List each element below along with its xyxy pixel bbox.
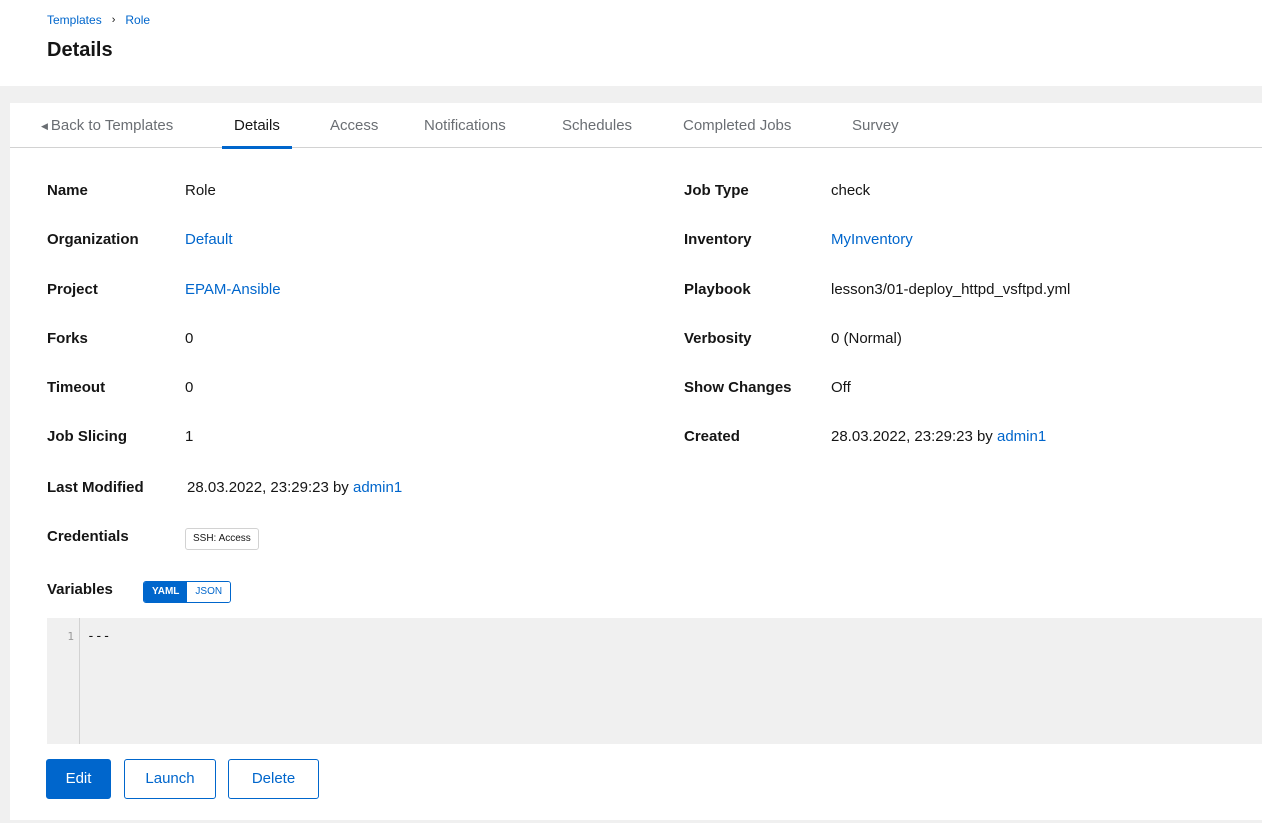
tab-back-label: Back to Templates <box>50 116 174 134</box>
verbosity-value: 0 (Normal) <box>831 330 902 347</box>
last-modified-label: Last Modified <box>47 479 144 496</box>
project-link[interactable]: EPAM-Ansible <box>185 281 281 298</box>
playbook-label: Playbook <box>684 281 751 298</box>
launch-button[interactable]: Launch <box>124 759 216 799</box>
tab-access[interactable]: Access <box>330 103 378 148</box>
verbosity-label: Verbosity <box>684 330 752 347</box>
tab-completed-jobs[interactable]: Completed Jobs <box>683 103 791 148</box>
created-by: by <box>976 428 993 445</box>
line-number: 1 <box>67 630 74 643</box>
code-line[interactable]: --- <box>87 629 110 644</box>
organization-link[interactable]: Default <box>185 231 233 248</box>
tab-back-to-templates[interactable]: ◀ Back to Templates <box>41 103 173 148</box>
forks-label: Forks <box>47 330 88 347</box>
variables-code-editor[interactable]: 1 --- <box>47 618 1262 744</box>
playbook-value: lesson3/01-deploy_httpd_vsftpd.yml <box>831 281 1071 298</box>
tab-details[interactable]: Details <box>222 103 292 149</box>
name-value: Role <box>185 182 216 199</box>
project-label: Project <box>47 281 98 298</box>
yaml-toggle-button[interactable]: YAML <box>144 582 188 602</box>
breadcrumb: Templates › Role <box>47 12 1262 28</box>
breadcrumb-templates-link[interactable]: Templates <box>47 13 102 27</box>
last-modified-value: 28.03.2022, 23:29:23 by admin1 <box>187 479 402 496</box>
inventory-value-wrap: MyInventory <box>831 231 913 248</box>
organization-value-wrap: Default <box>185 231 233 248</box>
tab-bar: ◀ Back to Templates Details Access Notif… <box>10 103 1262 149</box>
name-label: Name <box>47 182 88 199</box>
credentials-label: Credentials <box>47 528 129 545</box>
tab-schedules[interactable]: Schedules <box>562 103 632 148</box>
forks-value: 0 <box>185 330 194 347</box>
breadcrumb-role-link[interactable]: Role <box>125 13 150 27</box>
last-modified-date: 28.03.2022, 23:29:23 <box>187 479 329 496</box>
tab-survey[interactable]: Survey <box>852 103 899 148</box>
timeout-value: 0 <box>185 379 194 396</box>
inventory-label: Inventory <box>684 231 752 248</box>
page-title: Details <box>47 39 113 61</box>
breadcrumb-separator-icon: › <box>111 14 116 26</box>
tab-notifications[interactable]: Notifications <box>424 103 506 148</box>
job-slicing-value: 1 <box>185 428 194 445</box>
inventory-link[interactable]: MyInventory <box>831 231 913 248</box>
created-user-link[interactable]: admin1 <box>997 428 1046 445</box>
created-label: Created <box>684 428 740 445</box>
show-changes-value: Off <box>831 379 851 396</box>
job-type-label: Job Type <box>684 182 749 199</box>
page-header: Templates › Role Details <box>0 0 1262 86</box>
variables-label: Variables <box>47 581 113 598</box>
project-value-wrap: EPAM-Ansible <box>185 281 281 298</box>
job-slicing-label: Job Slicing <box>47 428 128 445</box>
variables-format-toggle: YAML JSON <box>143 581 232 603</box>
created-date: 28.03.2022, 23:29:23 <box>831 428 973 445</box>
json-toggle-button[interactable]: JSON <box>187 582 231 602</box>
credential-chip[interactable]: SSH: Access <box>185 528 259 550</box>
details-card: ◀ Back to Templates Details Access Notif… <box>10 103 1262 820</box>
last-modified-by: by <box>332 479 349 496</box>
organization-label: Organization <box>47 231 139 248</box>
editor-gutter: 1 <box>47 618 80 744</box>
delete-button[interactable]: Delete <box>228 759 319 799</box>
edit-button[interactable]: Edit <box>46 759 111 799</box>
show-changes-label: Show Changes <box>684 379 792 396</box>
caret-left-icon: ◀ <box>41 120 48 131</box>
last-modified-user-link[interactable]: admin1 <box>353 479 402 496</box>
job-type-value: check <box>831 182 871 199</box>
timeout-label: Timeout <box>47 379 106 396</box>
created-value: 28.03.2022, 23:29:23 by admin1 <box>831 428 1046 445</box>
